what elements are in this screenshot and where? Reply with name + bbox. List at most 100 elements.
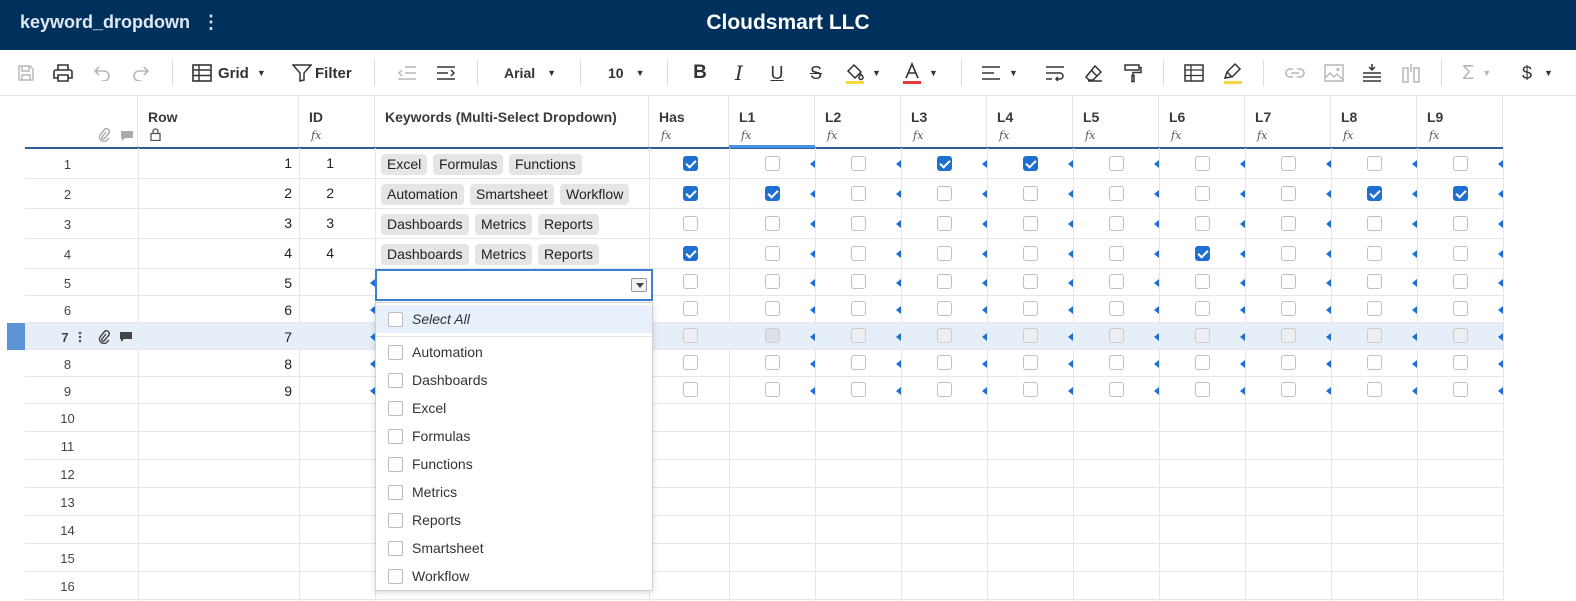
cell-id-value[interactable]: 3	[300, 215, 334, 231]
cell-row-value[interactable]: 6	[140, 302, 292, 318]
level-checkbox-l5[interactable]	[1109, 355, 1124, 370]
has-checkbox[interactable]	[683, 186, 698, 201]
level-checkbox-l6[interactable]	[1195, 274, 1210, 289]
level-checkbox-l7[interactable]	[1281, 274, 1296, 289]
column-header-l9[interactable]: L9 fx	[1417, 96, 1503, 148]
row-number[interactable]: 14	[25, 523, 110, 538]
column-header-l6[interactable]: L6 fx	[1159, 96, 1245, 148]
checkbox[interactable]	[388, 512, 403, 528]
level-checkbox-l8[interactable]	[1367, 156, 1382, 171]
view-switcher[interactable]: Grid ▼	[192, 58, 274, 88]
dropdown-option[interactable]: Excel	[376, 394, 652, 422]
level-checkbox-l2[interactable]	[851, 156, 866, 171]
row-number[interactable]: 1	[25, 157, 110, 172]
level-checkbox-l3[interactable]	[937, 274, 952, 289]
keywords-dropdown-input[interactable]	[375, 269, 653, 301]
bold-icon[interactable]: B	[688, 58, 712, 88]
dropdown-option[interactable]: Metrics	[376, 478, 652, 506]
level-checkbox-l5[interactable]	[1109, 186, 1124, 201]
level-checkbox-l3[interactable]	[937, 246, 952, 261]
cell-row-value[interactable]: 7	[140, 329, 292, 345]
indent-icon[interactable]	[434, 58, 458, 88]
has-checkbox[interactable]	[683, 246, 698, 261]
level-checkbox-l6[interactable]	[1195, 355, 1210, 370]
table-row[interactable]	[25, 404, 1503, 432]
comment-icon[interactable]	[119, 330, 133, 348]
chevron-down-icon[interactable]	[631, 278, 647, 292]
fill-color-button[interactable]: ▼	[844, 58, 888, 88]
cell-row-value[interactable]: 1	[140, 155, 292, 171]
image-icon[interactable]	[1322, 58, 1346, 88]
wrap-text-icon[interactable]	[1043, 58, 1067, 88]
dropdown-option[interactable]: Smartsheet	[376, 534, 652, 562]
level-checkbox-l5[interactable]	[1109, 156, 1124, 171]
level-checkbox-l3[interactable]	[937, 216, 952, 231]
cell-row-value[interactable]: 3	[140, 215, 292, 231]
underline-icon[interactable]: U	[765, 58, 789, 88]
insert-column-icon[interactable]	[1399, 58, 1423, 88]
checkbox[interactable]	[388, 484, 403, 500]
dropdown-option[interactable]: Workflow	[376, 562, 652, 590]
has-checkbox[interactable]	[683, 355, 698, 370]
level-checkbox-l9[interactable]	[1453, 246, 1468, 261]
column-header-has[interactable]: Has fx	[649, 96, 729, 148]
checkbox[interactable]	[388, 400, 403, 416]
sheet-menu-icon[interactable]: ⋮	[202, 12, 220, 33]
sum-button[interactable]: Σ ▼	[1462, 58, 1506, 88]
has-checkbox[interactable]	[683, 156, 698, 171]
cell-row-value[interactable]: 8	[140, 356, 292, 372]
column-header-keywords[interactable]: Keywords (Multi-Select Dropdown)	[375, 96, 649, 148]
table-row[interactable]	[25, 460, 1503, 488]
level-checkbox-l9[interactable]	[1453, 216, 1468, 231]
level-checkbox-l1[interactable]	[765, 156, 780, 171]
checkbox[interactable]	[388, 311, 403, 327]
checkbox[interactable]	[388, 540, 403, 556]
row-number[interactable]: 15	[25, 551, 110, 566]
table-row[interactable]	[25, 544, 1503, 572]
checkbox[interactable]	[388, 428, 403, 444]
level-checkbox-l8[interactable]	[1367, 274, 1382, 289]
dropdown-option[interactable]: Reports	[376, 506, 652, 534]
level-checkbox-l4[interactable]	[1023, 382, 1038, 397]
cell-row-value[interactable]: 2	[140, 185, 292, 201]
print-icon[interactable]	[51, 58, 75, 88]
font-family-select[interactable]: Arial ▼	[504, 58, 560, 88]
text-color-button[interactable]: ▼	[901, 58, 945, 88]
level-checkbox-l7[interactable]	[1281, 355, 1296, 370]
italic-icon[interactable]: I	[727, 58, 751, 88]
level-checkbox-l7[interactable]	[1281, 246, 1296, 261]
table-row[interactable]	[25, 432, 1503, 460]
level-checkbox-l8[interactable]	[1367, 301, 1382, 316]
row-number[interactable]: 5	[25, 276, 110, 291]
checkbox[interactable]	[388, 568, 403, 584]
format-painter-icon[interactable]	[1121, 58, 1145, 88]
has-checkbox[interactable]	[683, 274, 698, 289]
level-checkbox-l7[interactable]	[1281, 328, 1296, 343]
column-header-id[interactable]: ID fx	[299, 96, 375, 148]
column-header-l5[interactable]: L5 fx	[1073, 96, 1159, 148]
level-checkbox-l8[interactable]	[1367, 382, 1382, 397]
level-checkbox-l5[interactable]	[1109, 274, 1124, 289]
level-checkbox-l8[interactable]	[1367, 216, 1382, 231]
cell-id-value[interactable]: 2	[300, 185, 334, 201]
link-icon[interactable]	[1283, 58, 1307, 88]
checkbox[interactable]	[388, 344, 403, 360]
level-checkbox-l2[interactable]	[851, 216, 866, 231]
level-checkbox-l4[interactable]	[1023, 156, 1038, 171]
level-checkbox-l4[interactable]	[1023, 328, 1038, 343]
table-row[interactable]	[25, 572, 1503, 600]
level-checkbox-l1[interactable]	[765, 274, 780, 289]
level-checkbox-l4[interactable]	[1023, 355, 1038, 370]
level-checkbox-l2[interactable]	[851, 328, 866, 343]
column-header-l3[interactable]: L3 fx	[901, 96, 987, 148]
row-number[interactable]: 2	[25, 187, 110, 202]
level-checkbox-l5[interactable]	[1109, 382, 1124, 397]
level-checkbox-l1[interactable]	[765, 382, 780, 397]
level-checkbox-l6[interactable]	[1195, 216, 1210, 231]
level-checkbox-l9[interactable]	[1453, 156, 1468, 171]
level-checkbox-l9[interactable]	[1453, 301, 1468, 316]
row-number[interactable]: 3	[25, 217, 110, 232]
level-checkbox-l6[interactable]	[1195, 328, 1210, 343]
row-menu-icon[interactable]	[78, 330, 82, 348]
row-number[interactable]: 12	[25, 467, 110, 482]
